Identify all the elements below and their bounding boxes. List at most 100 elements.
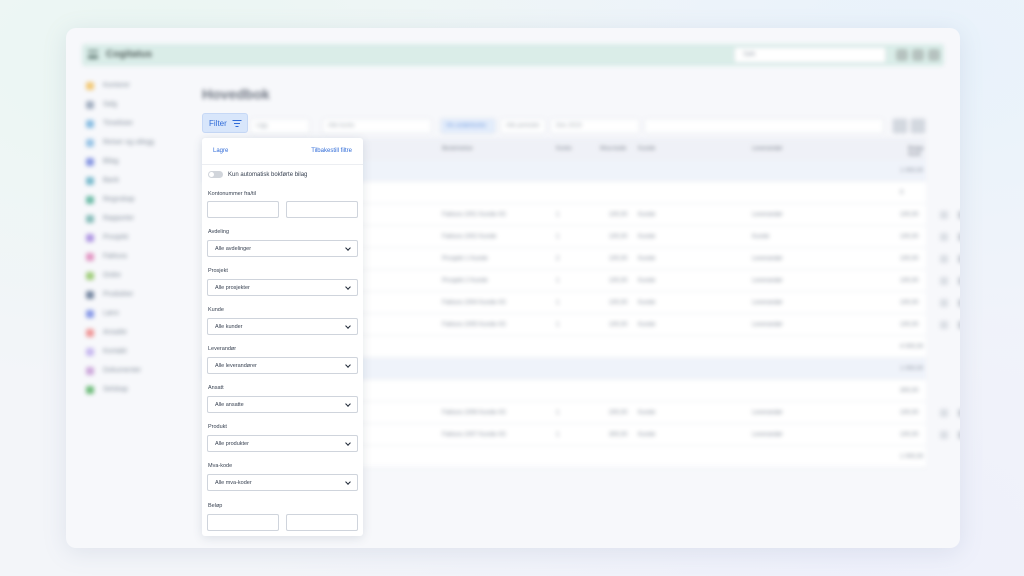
table-cell-konto: 1	[556, 410, 560, 416]
row-attachment-icon[interactable]	[940, 211, 948, 219]
customer-select[interactable]: Alle kunder	[207, 318, 358, 335]
sidebar-item[interactable]: Produkter	[86, 285, 176, 304]
save-filter-link[interactable]: Lagre	[213, 148, 228, 154]
page-title: Hovedbok	[202, 86, 270, 102]
sidebar-item[interactable]: Ordre	[86, 266, 176, 285]
notification-icon[interactable]	[912, 49, 924, 61]
sidebar-item-label: Selskap	[103, 386, 128, 393]
row-action-icon[interactable]	[958, 233, 960, 241]
table-cell-desc: Faktura 1007 Kunde AS	[442, 432, 506, 438]
table-cell-konto: 1	[556, 278, 560, 284]
project-select-value: Alle prosjekter	[215, 285, 250, 291]
sidebar-item-label: Timelister	[103, 120, 134, 127]
auto-posted-toggle-row: Kun automatisk bokførte bilag	[208, 171, 307, 178]
sidebar-item[interactable]: Reiser og utlegg	[86, 133, 176, 152]
sidebar-item[interactable]: Salg	[86, 95, 176, 114]
sidebar-item-label: Reiser og utlegg	[103, 139, 154, 146]
sidebar-item-label: Regnskap	[103, 196, 135, 203]
row-action-icon[interactable]	[958, 431, 960, 439]
sidebar-item[interactable]: Regnskap	[86, 190, 176, 209]
chip-active[interactable]: Vis underkonto	[440, 118, 496, 134]
sidebar-item[interactable]: Selskap	[86, 380, 176, 399]
chevron-down-icon	[345, 284, 351, 290]
sidebar-item-label: Bilag	[103, 158, 119, 165]
table-cell-desc: Faktura 1002 Kunde	[442, 234, 497, 240]
table-cell-konto: 1	[556, 432, 560, 438]
sidebar-item[interactable]: Bank	[86, 171, 176, 190]
chevron-down-icon	[345, 323, 351, 329]
settings-icon[interactable]	[910, 118, 926, 134]
sidebar-item[interactable]: Kontakt	[86, 342, 176, 361]
sidebar-item[interactable]: Kontorer	[86, 76, 176, 95]
sidebar: Kontorer Salg Timelister Reiser og utlegg Bi…	[86, 76, 176, 399]
row-attachment-icon[interactable]	[940, 299, 948, 307]
reset-filters-link[interactable]: Tilbakestill filtre	[311, 148, 352, 154]
date-select[interactable]: Des 2023	[550, 118, 640, 134]
amount-to-input[interactable]	[286, 514, 358, 531]
th-amount: Beløp NOK	[908, 146, 924, 158]
supplier-select[interactable]: Alle leverandører	[207, 357, 358, 374]
vat-code-select[interactable]: Alle mva-koder	[207, 474, 358, 491]
sidebar-item-icon	[86, 176, 94, 185]
table-cell-kunde: Kunde	[638, 300, 656, 306]
th-description: Beskrivelse	[442, 146, 473, 152]
sidebar-item[interactable]: Ansatte	[86, 323, 176, 342]
row-action-icon[interactable]	[958, 211, 960, 219]
vat-code-select-value: Alle mva-koder	[215, 480, 252, 486]
sidebar-item-icon	[86, 100, 94, 109]
row-action-icon[interactable]	[958, 255, 960, 263]
table-cell-amount: 100,00	[900, 322, 919, 328]
table-cell-amount: 4 000,00	[900, 344, 924, 350]
year-select[interactable]: Ligg	[250, 118, 310, 134]
sidebar-item[interactable]: Lønn	[86, 304, 176, 323]
row-attachment-icon[interactable]	[940, 431, 948, 439]
menu-icon[interactable]	[88, 50, 98, 59]
department-select[interactable]: Alle avdelinger	[207, 240, 358, 257]
table-cell-desc: Faktura 1005 Kunde AS	[442, 322, 506, 328]
sidebar-item[interactable]: Bilag	[86, 152, 176, 171]
sidebar-item[interactable]: Faktura	[86, 247, 176, 266]
row-action-icon[interactable]	[958, 299, 960, 307]
table-cell-mva: 100,00	[609, 234, 628, 240]
amount-from-input[interactable]	[207, 514, 279, 531]
employee-select[interactable]: Alle ansatte	[207, 396, 358, 413]
chevron-down-icon	[345, 362, 351, 368]
sidebar-item-icon	[86, 138, 94, 147]
row-action-icon[interactable]	[958, 277, 960, 285]
period-chip[interactable]: Alle perioder	[500, 118, 546, 134]
dimension-select[interactable]: Alle konto	[322, 118, 432, 134]
row-action-icon[interactable]	[958, 321, 960, 329]
sidebar-item-icon	[86, 328, 94, 337]
row-attachment-icon[interactable]	[940, 233, 948, 241]
row-attachment-icon[interactable]	[940, 277, 948, 285]
product-select[interactable]: Alle produkter	[207, 435, 358, 452]
search-input[interactable]: Søk	[734, 47, 886, 63]
export-icon[interactable]	[892, 118, 908, 134]
sidebar-item[interactable]: Prosjekt	[86, 228, 176, 247]
filter-button[interactable]: Filter	[202, 113, 248, 133]
app-brand: Cogitatus	[106, 49, 153, 60]
row-action-icon[interactable]	[958, 409, 960, 417]
sidebar-item-label: Prosjekt	[103, 234, 129, 241]
table-cell-desc: Faktura 1006 Kunde AS	[442, 410, 506, 416]
user-icon[interactable]	[928, 49, 940, 61]
account-from-input[interactable]	[207, 201, 279, 218]
sidebar-item-label: Faktura	[103, 253, 127, 260]
sidebar-item[interactable]: Rapporter	[86, 209, 176, 228]
row-attachment-icon[interactable]	[940, 409, 948, 417]
row-attachment-icon[interactable]	[940, 255, 948, 263]
project-select[interactable]: Alle prosjekter	[207, 279, 358, 296]
sidebar-item[interactable]: Timelister	[86, 114, 176, 133]
account-to-input[interactable]	[286, 201, 358, 218]
sidebar-item[interactable]: Dokumenter	[86, 361, 176, 380]
table-cell-desc: Faktura 1004 Kunde AS	[442, 300, 506, 306]
spacer-field	[644, 118, 884, 134]
help-icon[interactable]	[896, 49, 908, 61]
row-attachment-icon[interactable]	[940, 321, 948, 329]
th-account: Konto	[556, 146, 572, 152]
table-cell-mva: 200,00	[609, 410, 628, 416]
table-cell-mva: 100,00	[609, 300, 628, 306]
sidebar-item-icon	[86, 214, 94, 223]
table-cell-desc: Prosjekt 2 Kunde	[442, 278, 488, 284]
auto-posted-toggle[interactable]	[208, 171, 223, 178]
